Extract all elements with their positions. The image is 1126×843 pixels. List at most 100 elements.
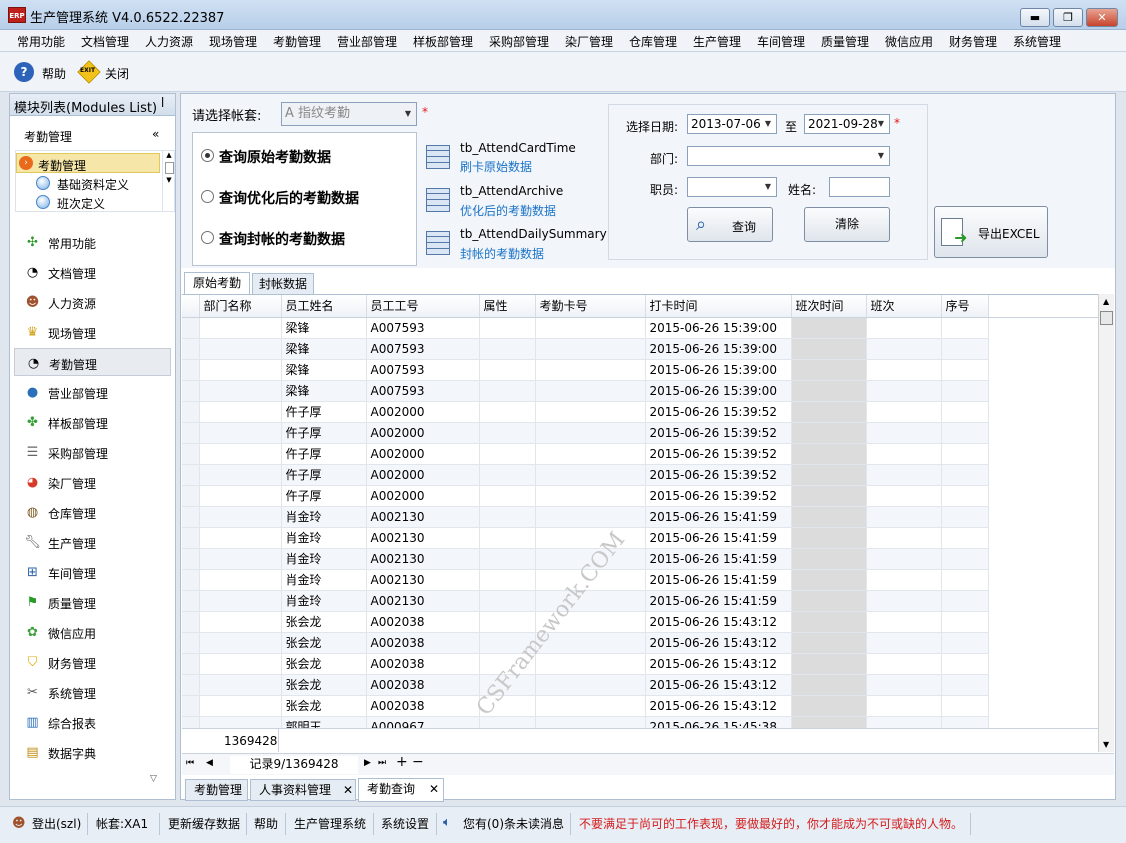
table-cell[interactable]: A002038	[366, 611, 480, 633]
table-cell[interactable]	[479, 485, 536, 507]
table-cell[interactable]	[479, 569, 536, 591]
menu-common[interactable]: 常用功能	[17, 33, 65, 50]
close-button[interactable]: EXIT 关闭	[77, 60, 138, 84]
menu-system[interactable]: 系统管理	[1013, 33, 1061, 50]
option-closed[interactable]: 查询封帐的考勤数据	[201, 228, 411, 248]
row-indicator[interactable]	[182, 569, 200, 591]
table-cell[interactable]: 仵子厚	[281, 401, 367, 423]
col-dept[interactable]: 部门名称	[199, 295, 282, 318]
table-cell[interactable]: 张会龙	[281, 632, 367, 654]
account-select[interactable]: A 指纹考勤 ▼	[281, 102, 417, 126]
table-cell[interactable]	[941, 611, 989, 633]
table-cell[interactable]: A002000	[366, 401, 480, 423]
table-cell[interactable]	[479, 338, 536, 360]
table-cell[interactable]	[866, 590, 942, 612]
module-dictionary[interactable]: ▤ 数据字典	[10, 738, 175, 766]
table-cell[interactable]: A007593	[366, 380, 480, 402]
table-cell[interactable]	[199, 464, 282, 486]
table-cell[interactable]	[866, 569, 942, 591]
table-row[interactable]: 肖金玲 A002130 2015-06-26 15:41:59	[182, 569, 1098, 591]
messages-item[interactable]: 您有(0)条未读消息	[463, 815, 564, 832]
menu-quality[interactable]: 质量管理	[821, 33, 869, 50]
table-cell[interactable]	[791, 611, 867, 633]
table-cell[interactable]	[535, 695, 646, 717]
tree-item-basic[interactable]: 基础资料定义	[36, 174, 160, 192]
table-desc-link[interactable]: 优化后的考勤数据	[460, 202, 556, 219]
table-cell[interactable]: 2015-06-26 15:43:12	[645, 674, 792, 696]
table-cell[interactable]	[479, 443, 536, 465]
table-cell[interactable]: A002130	[366, 548, 480, 570]
table-cell[interactable]	[199, 485, 282, 507]
table-cell[interactable]: 肖金玲	[281, 548, 367, 570]
table-cell[interactable]	[199, 338, 282, 360]
table-cell[interactable]: A007593	[366, 317, 480, 339]
table-cell[interactable]: 梁锋	[281, 317, 367, 339]
table-cell[interactable]	[791, 485, 867, 507]
table-row[interactable]: 张会龙 A002038 2015-06-26 15:43:12	[182, 611, 1098, 633]
table-cell[interactable]	[199, 401, 282, 423]
table-cell[interactable]: 2015-06-26 15:39:52	[645, 401, 792, 423]
doc-tab-attendance-query[interactable]: 考勤查询 ✕	[358, 778, 444, 802]
menu-sales[interactable]: 营业部管理	[337, 33, 397, 50]
date-from-input[interactable]: 2013-07-06 ▼	[687, 114, 777, 134]
row-indicator[interactable]	[182, 443, 200, 465]
table-cell[interactable]	[941, 485, 989, 507]
table-cell[interactable]	[791, 380, 867, 402]
table-cell[interactable]: 2015-06-26 15:43:12	[645, 611, 792, 633]
table-cell[interactable]	[866, 611, 942, 633]
table-cell[interactable]	[866, 653, 942, 675]
table-cell[interactable]: 2015-06-26 15:39:52	[645, 485, 792, 507]
table-cell[interactable]: 2015-06-26 15:39:00	[645, 317, 792, 339]
table-cell[interactable]	[535, 338, 646, 360]
table-cell[interactable]	[866, 338, 942, 360]
menu-documents[interactable]: 文档管理	[81, 33, 129, 50]
help-item[interactable]: 帮助	[254, 815, 278, 832]
table-cell[interactable]: A002038	[366, 632, 480, 654]
table-cell[interactable]	[535, 443, 646, 465]
table-cell[interactable]	[479, 422, 536, 444]
table-cell[interactable]	[535, 422, 646, 444]
table-cell[interactable]	[791, 653, 867, 675]
grid-scrollbar[interactable]: ▲ ▼	[1098, 294, 1114, 752]
first-record-icon[interactable]: ⏮	[186, 758, 194, 768]
table-cell[interactable]: 2015-06-26 15:41:59	[645, 506, 792, 528]
menu-wechat[interactable]: 微信应用	[885, 33, 933, 50]
table-cell[interactable]	[791, 443, 867, 465]
settings-item[interactable]: 系统设置	[381, 815, 429, 832]
menu-onsite[interactable]: 现场管理	[209, 33, 257, 50]
tree-item-attendance[interactable]: › 考勤管理	[16, 153, 160, 173]
table-row[interactable]: 梁锋 A007593 2015-06-26 15:39:00	[182, 338, 1098, 360]
row-indicator[interactable]	[182, 548, 200, 570]
scroll-down-icon[interactable]: ▼	[1103, 740, 1109, 749]
table-cell[interactable]: 2015-06-26 15:39:52	[645, 443, 792, 465]
table-cell[interactable]	[941, 401, 989, 423]
table-cell[interactable]	[941, 443, 989, 465]
table-cell[interactable]	[199, 674, 282, 696]
module-attendance-active[interactable]: ◔ 考勤管理	[14, 348, 171, 376]
col-id[interactable]: 员工工号	[366, 295, 480, 318]
row-indicator[interactable]	[182, 485, 200, 507]
row-indicator[interactable]	[182, 674, 200, 696]
row-indicator[interactable]	[182, 611, 200, 633]
module-sales[interactable]: ● 营业部管理	[10, 378, 175, 406]
table-cell[interactable]	[941, 359, 989, 381]
clear-button[interactable]: 清除	[804, 207, 890, 242]
table-row[interactable]: 仵子厚 A002000 2015-06-26 15:39:52	[182, 443, 1098, 465]
table-cell[interactable]: 仵子厚	[281, 464, 367, 486]
module-quality[interactable]: ⚑ 质量管理	[10, 588, 175, 616]
table-cell[interactable]	[535, 401, 646, 423]
table-cell[interactable]	[941, 653, 989, 675]
table-cell[interactable]	[479, 464, 536, 486]
table-cell[interactable]: 2015-06-26 15:39:52	[645, 422, 792, 444]
module-reports[interactable]: ▥ 综合报表	[10, 708, 175, 736]
table-cell[interactable]	[866, 422, 942, 444]
table-cell[interactable]	[535, 653, 646, 675]
table-row[interactable]: 仵子厚 A002000 2015-06-26 15:39:52	[182, 401, 1098, 423]
table-cell[interactable]	[791, 590, 867, 612]
table-cell[interactable]	[941, 590, 989, 612]
refresh-cache-item[interactable]: 更新缓存数据	[168, 815, 240, 832]
menu-hr[interactable]: 人力资源	[145, 33, 193, 50]
table-cell[interactable]: 肖金玲	[281, 590, 367, 612]
search-button[interactable]: ⌕ 查询	[687, 207, 773, 242]
table-cell[interactable]: A007593	[366, 359, 480, 381]
